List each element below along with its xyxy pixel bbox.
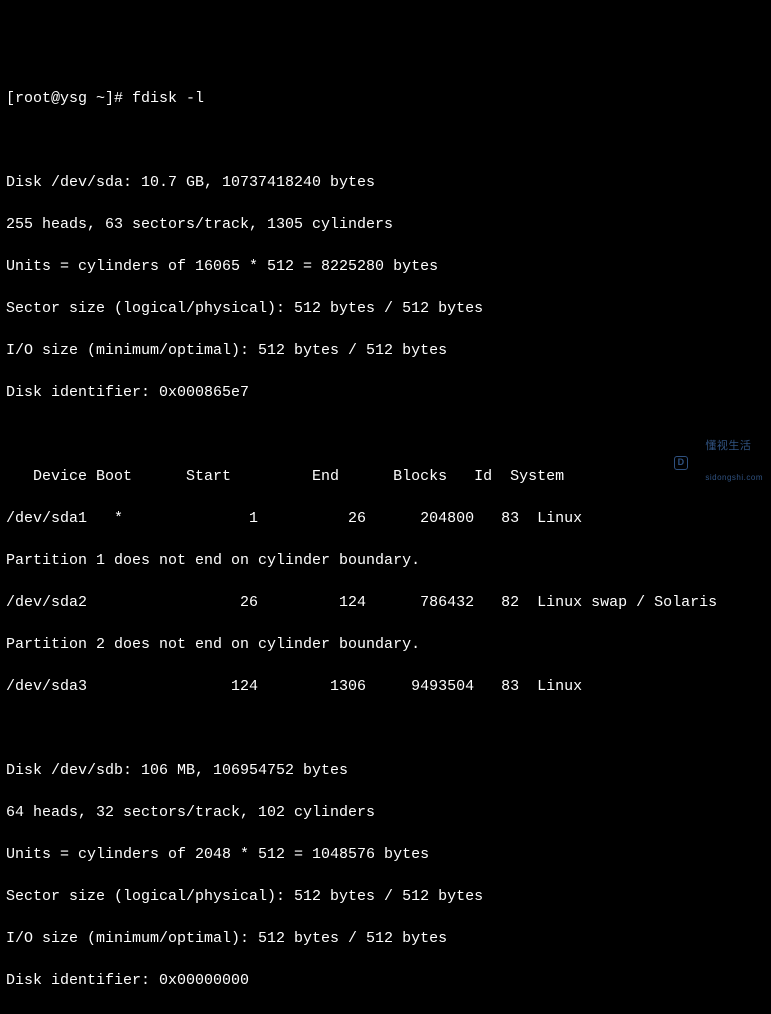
blank-line [6,718,765,739]
table-row: /dev/sda1 * 1 26 204800 83 Linux [6,508,765,529]
disk-sda-identifier: Disk identifier: 0x000865e7 [6,382,765,403]
command-entered: fdisk -l [132,90,204,107]
disk-sdb-header: Disk /dev/sdb: 106 MB, 106954752 bytes [6,760,765,781]
disk-sdb-io: I/O size (minimum/optimal): 512 bytes / … [6,928,765,949]
disk-sda-units: Units = cylinders of 16065 * 512 = 82252… [6,256,765,277]
watermark-url: sidongshi.com [705,473,763,482]
disk-sdb-units: Units = cylinders of 2048 * 512 = 104857… [6,844,765,865]
disk-sda-geometry: 255 heads, 63 sectors/track, 1305 cylind… [6,214,765,235]
table-row: /dev/sda2 26 124 786432 82 Linux swap / … [6,592,765,613]
prompt-user-host: [root@ysg ~]# [6,90,123,107]
blank-line [6,424,765,445]
disk-sda-header: Disk /dev/sda: 10.7 GB, 10737418240 byte… [6,172,765,193]
blank-line [6,130,765,151]
partition-warning: Partition 1 does not end on cylinder bou… [6,550,765,571]
disk-sdb-geometry: 64 heads, 32 sectors/track, 102 cylinder… [6,802,765,823]
watermark-logo-icon: D [674,456,688,470]
disk-sdb-sector: Sector size (logical/physical): 512 byte… [6,886,765,907]
partition-table-header: Device Boot Start End Blocks Id System [6,466,765,487]
prompt-line[interactable]: [root@ysg ~]# fdisk -l [6,88,765,109]
disk-sdb-identifier: Disk identifier: 0x00000000 [6,970,765,991]
disk-sda-sector: Sector size (logical/physical): 512 byte… [6,298,765,319]
table-row: /dev/sda3 124 1306 9493504 83 Linux [6,676,765,697]
watermark-text: 懂视生活 [705,440,751,452]
disk-sda-io: I/O size (minimum/optimal): 512 bytes / … [6,340,765,361]
partition-warning: Partition 2 does not end on cylinder bou… [6,634,765,655]
watermark: D 懂视生活 sidongshi.com [674,424,763,501]
